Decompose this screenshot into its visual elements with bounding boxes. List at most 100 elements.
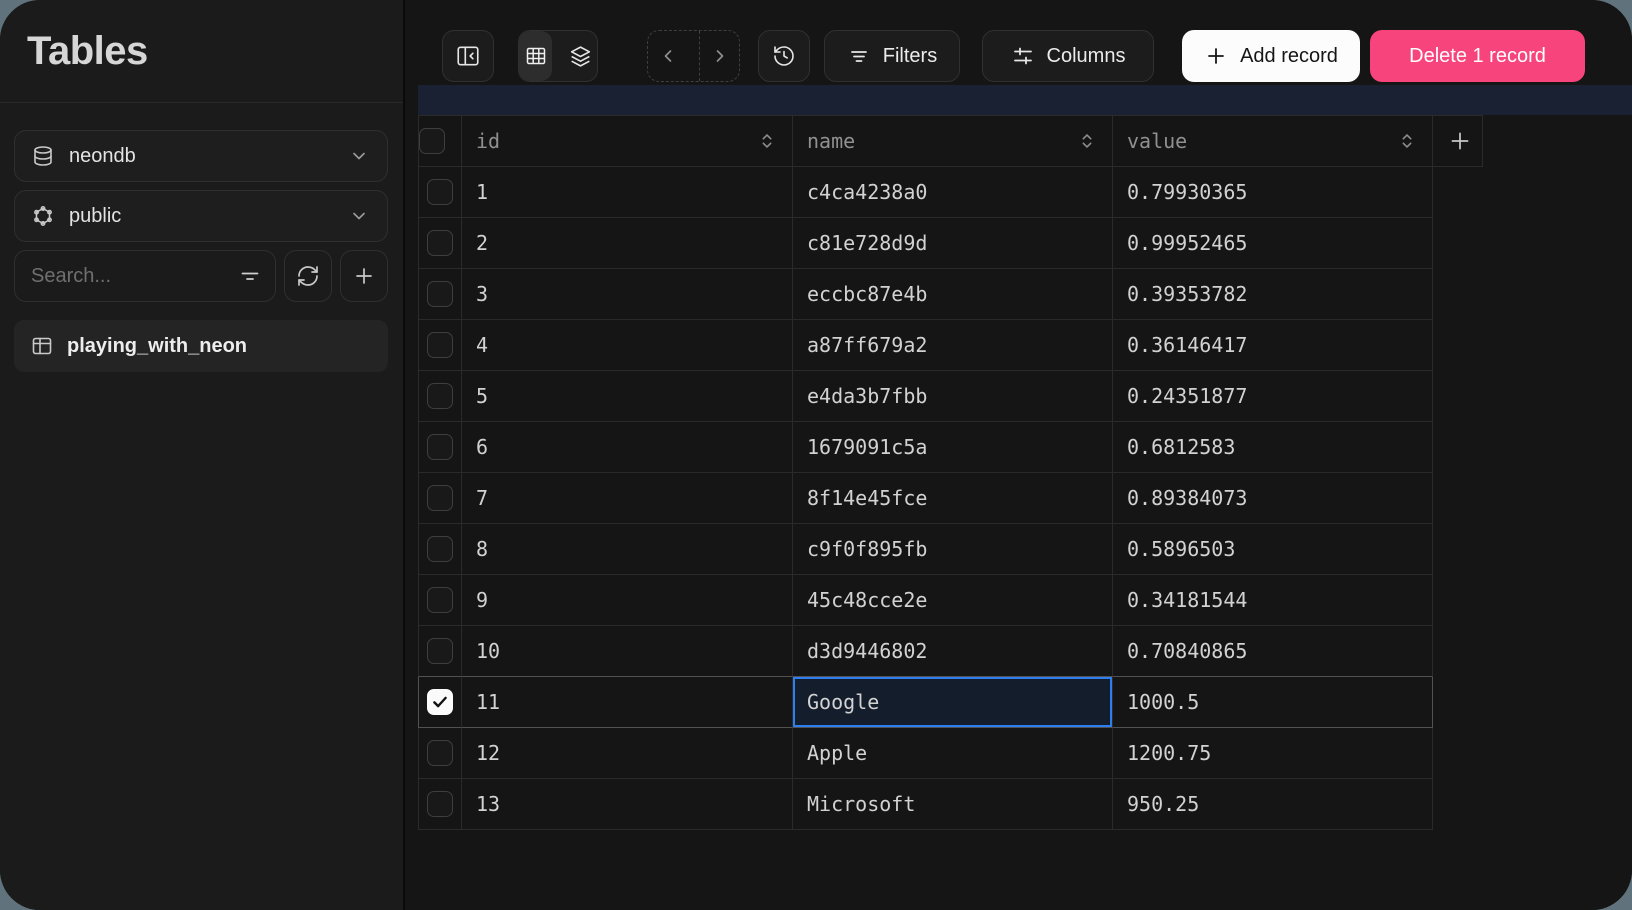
collapse-sidebar-button[interactable] bbox=[442, 30, 494, 82]
sort-icon[interactable] bbox=[1396, 130, 1418, 152]
cell-value[interactable]: 0.89384073 bbox=[1113, 473, 1433, 524]
row-checkbox-cell[interactable] bbox=[418, 167, 462, 218]
history-icon bbox=[772, 44, 796, 68]
row-checkbox-cell[interactable] bbox=[418, 779, 462, 830]
row-checkbox-cell[interactable] bbox=[418, 320, 462, 371]
cell-id[interactable]: 1 bbox=[462, 167, 793, 218]
cell-value[interactable]: 0.6812583 bbox=[1113, 422, 1433, 473]
cell-value[interactable]: 0.34181544 bbox=[1113, 575, 1433, 626]
row-checkbox-cell[interactable] bbox=[418, 269, 462, 320]
layers-view-button[interactable] bbox=[564, 31, 597, 81]
filters-button[interactable]: Filters bbox=[824, 30, 960, 82]
cell-name[interactable]: 45c48cce2e bbox=[793, 575, 1113, 626]
column-header-value[interactable]: value bbox=[1113, 115, 1433, 167]
cell-name[interactable]: Microsoft bbox=[793, 779, 1113, 830]
cell-value[interactable]: 0.39353782 bbox=[1113, 269, 1433, 320]
column-header-name[interactable]: name bbox=[793, 115, 1113, 167]
row-checkbox[interactable] bbox=[427, 383, 453, 409]
cell-name[interactable]: c81e728d9d bbox=[793, 218, 1113, 269]
row-checkbox[interactable] bbox=[427, 281, 453, 307]
cell-id[interactable]: 13 bbox=[462, 779, 793, 830]
columns-button[interactable]: Columns bbox=[982, 30, 1154, 82]
cell-id[interactable]: 8 bbox=[462, 524, 793, 575]
cell-id[interactable]: 2 bbox=[462, 218, 793, 269]
select-all-checkbox[interactable] bbox=[419, 128, 445, 154]
cell-id[interactable]: 7 bbox=[462, 473, 793, 524]
cell-id[interactable]: 6 bbox=[462, 422, 793, 473]
row-checkbox-cell[interactable] bbox=[418, 422, 462, 473]
row-checkbox-cell[interactable] bbox=[418, 218, 462, 269]
sort-icon[interactable] bbox=[756, 130, 778, 152]
header-checkbox-cell[interactable] bbox=[418, 115, 462, 167]
add-record-button[interactable]: Add record bbox=[1182, 30, 1360, 82]
row-checkbox-cell[interactable] bbox=[418, 473, 462, 524]
cell-name[interactable]: e4da3b7fbb bbox=[793, 371, 1113, 422]
cell-id[interactable]: 10 bbox=[462, 626, 793, 677]
table-row: 1c4ca4238a00.79930365 bbox=[418, 167, 1483, 218]
row-checkbox-cell[interactable] bbox=[418, 626, 462, 677]
cell-id[interactable]: 12 bbox=[462, 728, 793, 779]
delete-record-button[interactable]: Delete 1 record bbox=[1370, 30, 1585, 82]
row-checkbox[interactable] bbox=[427, 689, 453, 715]
prev-page-button[interactable] bbox=[648, 31, 687, 81]
cell-name[interactable]: a87ff679a2 bbox=[793, 320, 1113, 371]
sidebar-item-playing-with-neon[interactable]: playing_with_neon bbox=[14, 320, 388, 372]
table-row: 2c81e728d9d0.99952465 bbox=[418, 218, 1483, 269]
refresh-tables-button[interactable] bbox=[284, 250, 332, 302]
cell-id[interactable]: 3 bbox=[462, 269, 793, 320]
row-checkbox[interactable] bbox=[427, 434, 453, 460]
cell-value[interactable]: 1200.75 bbox=[1113, 728, 1433, 779]
row-checkbox-cell[interactable] bbox=[418, 371, 462, 422]
cell-id[interactable]: 4 bbox=[462, 320, 793, 371]
cell-value[interactable]: 0.79930365 bbox=[1113, 167, 1433, 218]
layers-icon bbox=[568, 44, 593, 69]
row-checkbox[interactable] bbox=[427, 230, 453, 256]
grid-view-button[interactable] bbox=[519, 31, 552, 81]
cell-value[interactable]: 0.99952465 bbox=[1113, 218, 1433, 269]
row-checkbox[interactable] bbox=[427, 791, 453, 817]
schema-select[interactable]: public bbox=[14, 190, 388, 242]
row-checkbox[interactable] bbox=[427, 638, 453, 664]
column-header-id[interactable]: id bbox=[462, 115, 793, 167]
cell-name[interactable]: c9f0f895fb bbox=[793, 524, 1113, 575]
view-mode-toggle bbox=[518, 30, 598, 82]
row-checkbox[interactable] bbox=[427, 485, 453, 511]
row-checkbox-cell[interactable] bbox=[418, 575, 462, 626]
row-checkbox-cell[interactable] bbox=[418, 677, 462, 728]
cell-name[interactable]: d3d9446802 bbox=[793, 626, 1113, 677]
row-checkbox[interactable] bbox=[427, 536, 453, 562]
row-checkbox[interactable] bbox=[427, 587, 453, 613]
next-page-button[interactable] bbox=[699, 31, 739, 81]
cell-value[interactable]: 950.25 bbox=[1113, 779, 1433, 830]
add-column-button[interactable] bbox=[1433, 115, 1483, 167]
database-select[interactable]: neondb bbox=[14, 130, 388, 182]
cell-value[interactable]: 0.24351877 bbox=[1113, 371, 1433, 422]
sort-icon[interactable] bbox=[1076, 130, 1098, 152]
cell-name[interactable]: Apple bbox=[793, 728, 1113, 779]
cell-value[interactable]: 0.36146417 bbox=[1113, 320, 1433, 371]
cell-value[interactable]: 0.70840865 bbox=[1113, 626, 1433, 677]
cell-value[interactable]: 0.5896503 bbox=[1113, 524, 1433, 575]
table-header-row: id name value bbox=[418, 115, 1483, 167]
cell-name[interactable]: Google bbox=[793, 677, 1113, 728]
add-table-button[interactable] bbox=[340, 250, 388, 302]
cell-id[interactable]: 5 bbox=[462, 371, 793, 422]
row-checkbox[interactable] bbox=[427, 179, 453, 205]
sidebar: Tables neondb public bbox=[0, 0, 405, 910]
row-checkbox[interactable] bbox=[427, 740, 453, 766]
cell-name[interactable]: eccbc87e4b bbox=[793, 269, 1113, 320]
cell-id[interactable]: 9 bbox=[462, 575, 793, 626]
history-button[interactable] bbox=[758, 30, 810, 82]
plus-icon bbox=[352, 264, 376, 288]
cell-name[interactable]: 8f14e45fce bbox=[793, 473, 1113, 524]
cell-value[interactable]: 1000.5 bbox=[1113, 677, 1433, 728]
empty-cell bbox=[1433, 320, 1483, 371]
cell-name[interactable]: 1679091c5a bbox=[793, 422, 1113, 473]
cell-name[interactable]: c4ca4238a0 bbox=[793, 167, 1113, 218]
row-checkbox[interactable] bbox=[427, 332, 453, 358]
row-checkbox-cell[interactable] bbox=[418, 524, 462, 575]
cell-id[interactable]: 11 bbox=[462, 677, 793, 728]
empty-cell bbox=[1433, 575, 1483, 626]
search-input[interactable] bbox=[14, 250, 276, 302]
row-checkbox-cell[interactable] bbox=[418, 728, 462, 779]
